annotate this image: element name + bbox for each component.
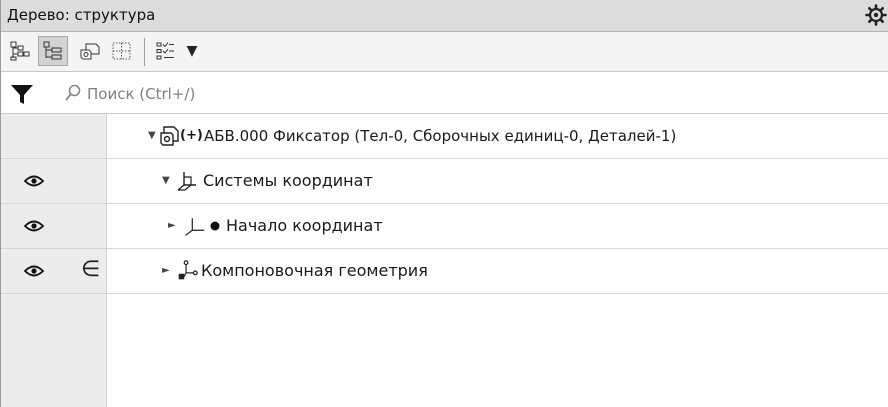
origin-point-icon [210,221,220,231]
components-icon [80,43,100,60]
panel-title: Дерево: структура [7,6,156,24]
tree-row[interactable]: ▼ (+) АБВ.000 Фиксатор (Тел-0, Сборочных… [1,114,888,159]
expand-arrow-icon[interactable]: ▼ [162,175,170,186]
assembly-prefix: (+) [180,128,203,143]
list-options-icon [156,42,174,60]
tree-view-structure-button[interactable] [38,36,68,66]
tree-row-label: АБВ.000 Фиксатор (Тел-0, Сборочных едини… [204,127,677,145]
tree-row[interactable]: ► Начало координат [1,204,888,249]
tree-view-flat-button[interactable] [5,36,35,66]
eye-icon[interactable] [23,171,45,191]
search-icon [65,84,81,101]
tree-options-button[interactable] [151,36,181,66]
tree-flat-icon [10,41,30,61]
tree-row-label: Начало координат [226,216,383,235]
toolbar-separator [144,38,145,66]
search-bar [1,72,888,114]
assembly-icon [160,126,179,146]
tree-structure-icon [43,41,62,60]
structure-tree: ▼ (+) АБВ.000 Фиксатор (Тел-0, Сборочных… [1,114,888,407]
collapse-arrow-icon[interactable]: ► [168,220,176,231]
tree-row-label: Системы координат [203,171,373,190]
selection-icon [112,42,131,60]
tree-options-dropdown[interactable]: ▼ [181,36,203,66]
tree-toolbar: ▼ [1,32,888,72]
tree-panel: Дерево: структура ▼ Поиск (Ctrl+/) ▼ (+)… [0,0,888,407]
tree-row[interactable]: ▼ Системы координат [1,159,888,204]
coordinate-systems-icon [177,172,196,191]
origin-icon [185,218,205,236]
eye-icon[interactable] [23,216,45,236]
filter-icon[interactable] [9,82,35,106]
element-of-marker: ∈ [81,257,101,282]
collapse-arrow-icon[interactable]: ► [162,265,170,276]
tree-row[interactable]: ∈ ► Компоновочная геометрия [1,249,888,294]
expand-arrow-icon[interactable]: ▼ [148,130,156,141]
layout-geometry-icon [178,260,198,280]
tree-view-components-button[interactable] [75,36,105,66]
tree-view-selection-button[interactable] [107,36,137,66]
tree-row-label: Компоновочная геометрия [201,261,428,280]
eye-icon[interactable] [23,261,45,281]
panel-titlebar: Дерево: структура [1,0,888,32]
gear-icon[interactable] [865,4,887,26]
search-input[interactable] [85,80,879,108]
